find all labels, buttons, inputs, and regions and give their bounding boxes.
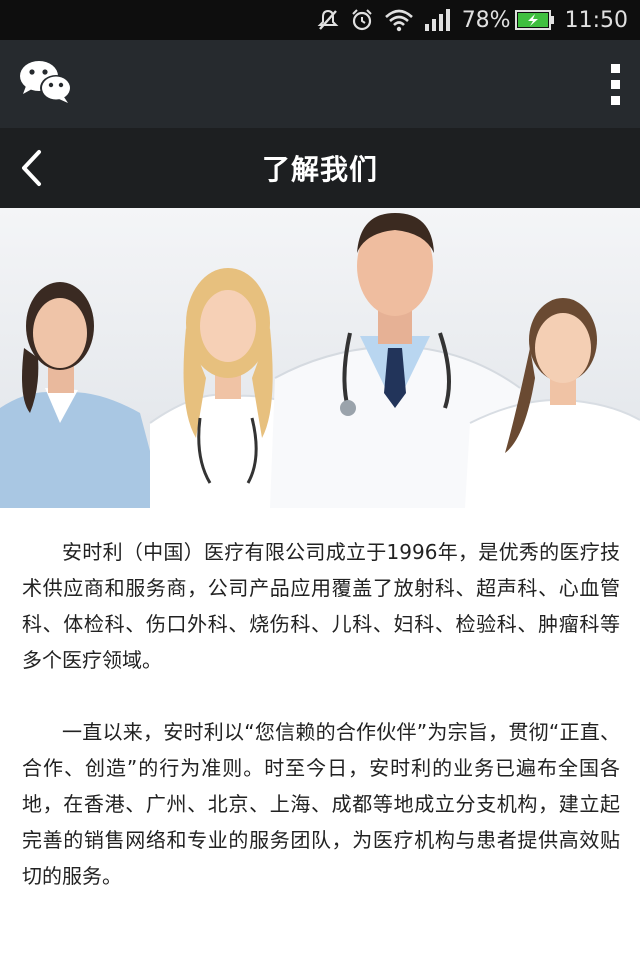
more-menu-icon <box>611 95 620 105</box>
about-content: 安时利（中国）医疗有限公司成立于1996年，是优秀的医疗技术供应商和服务商，公司… <box>0 508 640 894</box>
more-menu-icon <box>611 79 620 89</box>
signal-icon <box>424 9 450 31</box>
back-arrow-icon <box>22 150 41 186</box>
hero-image-doctors <box>0 208 640 508</box>
more-menu-button[interactable] <box>609 60 622 109</box>
silent-icon <box>317 9 339 30</box>
title-bar: 了解我们 <box>0 128 640 208</box>
about-paragraph: 安时利（中国）医疗有限公司成立于1996年，是优秀的医疗技术供应商和服务商，公司… <box>22 540 620 672</box>
wifi-icon <box>384 9 413 32</box>
status-time: 11:50 <box>564 7 628 33</box>
back-button[interactable] <box>14 148 48 188</box>
battery-percent: 78% <box>461 7 511 33</box>
battery-charging-icon <box>514 10 554 30</box>
doctors-illustration <box>0 208 640 508</box>
wechat-logo <box>18 58 74 110</box>
alarm-icon <box>351 9 372 31</box>
battery-indicator: 78% <box>462 8 555 33</box>
wechat-logo-icon <box>20 61 72 103</box>
app-bar <box>0 40 640 128</box>
page-title: 了解我们 <box>261 153 378 186</box>
more-menu-icon <box>611 63 620 73</box>
status-bar: 78% 11:50 <box>0 0 640 40</box>
about-paragraph: 一直以来，安时利以“您信赖的合作伙伴”为宗旨，贯彻“正直、合作、创造”的行为准则… <box>22 720 620 888</box>
